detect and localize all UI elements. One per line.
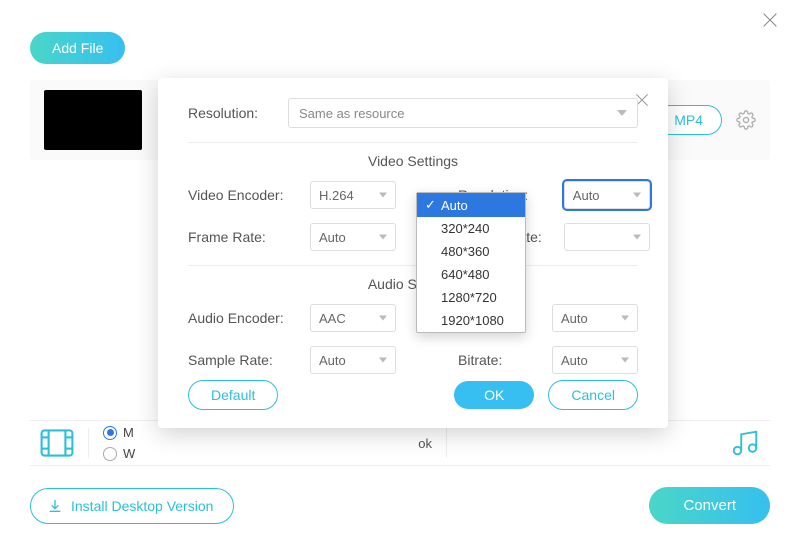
video-bitrate-select[interactable] <box>564 223 650 251</box>
film-icon[interactable] <box>40 429 74 457</box>
audio-bitrate-select[interactable]: Auto <box>552 346 638 374</box>
convert-button[interactable]: Convert <box>649 487 770 524</box>
chevron-down-icon <box>617 110 627 116</box>
cancel-button[interactable]: Cancel <box>548 380 638 410</box>
resolution-option-1280x720[interactable]: 1280*720 <box>417 286 525 309</box>
chevron-down-icon <box>621 358 629 363</box>
sample-rate-label: Sample Rate: <box>188 352 288 368</box>
frame-rate-label: Frame Rate: <box>188 229 288 245</box>
format-radio-2-label: W <box>123 446 135 461</box>
format-radio-1-label: M <box>123 425 134 440</box>
default-button[interactable]: Default <box>188 380 278 410</box>
chevron-down-icon <box>379 235 387 240</box>
resolution-label: Resolution: <box>188 105 288 121</box>
download-icon <box>47 498 63 514</box>
format-radio-1[interactable]: M <box>103 425 135 440</box>
resolution-select[interactable]: Same as resource <box>288 98 638 128</box>
video-resolution-select[interactable]: Auto <box>564 181 650 209</box>
ok-button[interactable]: OK <box>454 381 534 409</box>
video-encoder-select[interactable]: H.264 <box>310 181 396 209</box>
sample-rate-select[interactable]: Auto <box>310 346 396 374</box>
audio-encoder-select[interactable]: AAC <box>310 304 396 332</box>
resolution-option-1920x1080[interactable]: 1920*1080 <box>417 309 525 332</box>
audio-encoder-label: Audio Encoder: <box>188 310 288 326</box>
gear-icon[interactable] <box>736 110 756 130</box>
install-desktop-label: Install Desktop Version <box>71 498 213 514</box>
install-desktop-button[interactable]: Install Desktop Version <box>30 488 234 524</box>
chevron-down-icon <box>633 235 641 240</box>
video-encoder-label: Video Encoder: <box>188 187 288 203</box>
resolution-option-320x240[interactable]: 320*240 <box>417 217 525 240</box>
chevron-down-icon <box>379 316 387 321</box>
add-file-button[interactable]: Add File <box>30 32 125 64</box>
video-thumbnail[interactable] <box>44 90 142 150</box>
chevron-down-icon <box>379 193 387 198</box>
frame-rate-select[interactable]: Auto <box>310 223 396 251</box>
chevron-down-icon <box>379 358 387 363</box>
close-icon[interactable] <box>760 10 780 30</box>
audio-settings-heading: Audio Settings <box>188 265 638 292</box>
chevron-down-icon <box>621 316 629 321</box>
footer: Install Desktop Version Convert <box>30 487 770 524</box>
check-icon: ✓ <box>425 197 437 213</box>
chevron-down-icon <box>633 193 641 198</box>
settings-modal: Resolution: Same as resource Video Setti… <box>158 78 668 428</box>
format-radio-2[interactable]: W <box>103 446 135 461</box>
resolution-select-value: Same as resource <box>299 106 405 121</box>
channel-select[interactable]: Auto <box>552 304 638 332</box>
truncated-text: ok <box>418 436 432 451</box>
audio-bitrate-label: Bitrate: <box>418 352 530 368</box>
resolution-option-auto[interactable]: ✓Auto <box>417 193 525 217</box>
resolution-option-640x480[interactable]: 640*480 <box>417 263 525 286</box>
music-icon[interactable] <box>730 428 760 458</box>
resolution-option-480x360[interactable]: 480*360 <box>417 240 525 263</box>
resolution-dropdown[interactable]: ✓Auto 320*240 480*360 640*480 1280*720 1… <box>416 192 526 333</box>
video-settings-heading: Video Settings <box>188 142 638 169</box>
